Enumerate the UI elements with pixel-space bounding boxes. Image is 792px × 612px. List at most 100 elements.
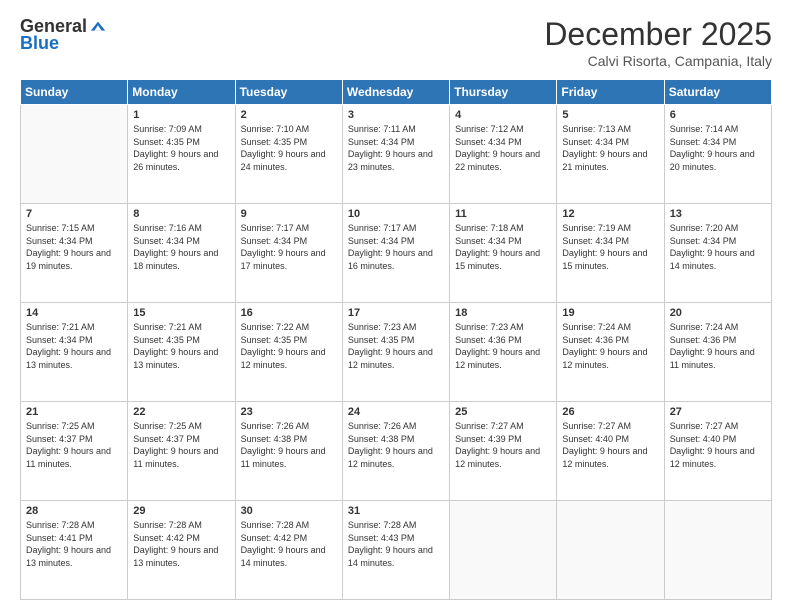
day-header-wednesday: Wednesday xyxy=(342,80,449,105)
cell-content: Sunrise: 7:21 AMSunset: 4:35 PMDaylight:… xyxy=(133,321,229,371)
cell-content: Sunrise: 7:09 AMSunset: 4:35 PMDaylight:… xyxy=(133,123,229,173)
day-number: 11 xyxy=(455,208,551,220)
calendar-cell: 5 Sunrise: 7:13 AMSunset: 4:34 PMDaylight… xyxy=(557,105,664,204)
cell-content: Sunrise: 7:10 AMSunset: 4:35 PMDaylight:… xyxy=(241,123,337,173)
calendar-cell: 2 Sunrise: 7:10 AMSunset: 4:35 PMDaylight… xyxy=(235,105,342,204)
cell-content: Sunrise: 7:17 AMSunset: 4:34 PMDaylight:… xyxy=(241,222,337,272)
cell-content: Sunrise: 7:22 AMSunset: 4:35 PMDaylight:… xyxy=(241,321,337,371)
cell-content: Sunrise: 7:28 AMSunset: 4:42 PMDaylight:… xyxy=(241,519,337,569)
cell-content: Sunrise: 7:21 AMSunset: 4:34 PMDaylight:… xyxy=(26,321,122,371)
calendar-cell: 23 Sunrise: 7:26 AMSunset: 4:38 PMDayligh… xyxy=(235,402,342,501)
day-number: 21 xyxy=(26,406,122,418)
header: General Blue December 2025 Calvi Risorta… xyxy=(20,16,772,69)
day-number: 3 xyxy=(348,109,444,121)
calendar-cell: 4Sunrise: 7:12 AMSunset: 4:34 PMDaylight… xyxy=(450,105,557,204)
cell-content: Sunrise: 7:17 AMSunset: 4:34 PMDaylight:… xyxy=(348,222,444,272)
cell-content: Sunrise: 7:23 AMSunset: 4:35 PMDaylight:… xyxy=(348,321,444,371)
calendar-cell xyxy=(557,501,664,600)
day-number: 26 xyxy=(562,406,658,418)
day-number: 16 xyxy=(241,307,337,319)
calendar-cell: 20 Sunrise: 7:24 AMSunset: 4:36 PMDayligh… xyxy=(664,303,771,402)
day-header-sunday: Sunday xyxy=(21,80,128,105)
day-number: 7 xyxy=(26,208,122,220)
month-title: December 2025 xyxy=(544,16,772,53)
calendar-cell: 24 Sunrise: 7:26 AMSunset: 4:38 PMDayligh… xyxy=(342,402,449,501)
cell-content: Sunrise: 7:25 AMSunset: 4:37 PMDaylight:… xyxy=(133,420,229,470)
location: Calvi Risorta, Campania, Italy xyxy=(544,53,772,69)
cell-content: Sunrise: 7:14 AMSunset: 4:34 PMDaylight:… xyxy=(670,123,766,173)
day-number: 23 xyxy=(241,406,337,418)
cell-content: Sunrise: 7:18 AMSunset: 4:34 PMDaylight:… xyxy=(455,222,551,272)
day-number: 5 xyxy=(562,109,658,121)
calendar-header-row: SundayMondayTuesdayWednesdayThursdayFrid… xyxy=(21,80,772,105)
cell-content: Sunrise: 7:28 AMSunset: 4:42 PMDaylight:… xyxy=(133,519,229,569)
calendar-cell: 11 Sunrise: 7:18 AMSunset: 4:34 PMDayligh… xyxy=(450,204,557,303)
calendar-cell: 10 Sunrise: 7:17 AMSunset: 4:34 PMDayligh… xyxy=(342,204,449,303)
calendar-cell: 1 Sunrise: 7:09 AMSunset: 4:35 PMDaylight… xyxy=(128,105,235,204)
cell-content: Sunrise: 7:15 AMSunset: 4:34 PMDaylight:… xyxy=(26,222,122,272)
cell-content: Sunrise: 7:19 AMSunset: 4:34 PMDaylight:… xyxy=(562,222,658,272)
cell-content: Sunrise: 7:27 AMSunset: 4:40 PMDaylight:… xyxy=(562,420,658,470)
calendar-cell: 27 Sunrise: 7:27 AMSunset: 4:40 PMDayligh… xyxy=(664,402,771,501)
day-header-tuesday: Tuesday xyxy=(235,80,342,105)
week-row-2: 14Sunrise: 7:21 AMSunset: 4:34 PMDayligh… xyxy=(21,303,772,402)
calendar-cell: 6 Sunrise: 7:14 AMSunset: 4:34 PMDaylight… xyxy=(664,105,771,204)
day-number: 28 xyxy=(26,505,122,517)
day-number: 30 xyxy=(241,505,337,517)
calendar-cell xyxy=(450,501,557,600)
day-number: 6 xyxy=(670,109,766,121)
cell-content: Sunrise: 7:16 AMSunset: 4:34 PMDaylight:… xyxy=(133,222,229,272)
calendar-cell: 18 Sunrise: 7:23 AMSunset: 4:36 PMDayligh… xyxy=(450,303,557,402)
day-number: 31 xyxy=(348,505,444,517)
calendar-cell: 19Sunrise: 7:24 AMSunset: 4:36 PMDayligh… xyxy=(557,303,664,402)
day-number: 12 xyxy=(562,208,658,220)
cell-content: Sunrise: 7:28 AMSunset: 4:41 PMDaylight:… xyxy=(26,519,122,569)
cell-content: Sunrise: 7:12 AMSunset: 4:34 PMDaylight:… xyxy=(455,123,551,173)
day-number: 1 xyxy=(133,109,229,121)
cell-content: Sunrise: 7:28 AMSunset: 4:43 PMDaylight:… xyxy=(348,519,444,569)
logo: General Blue xyxy=(20,16,107,54)
calendar-cell: 16 Sunrise: 7:22 AMSunset: 4:35 PMDayligh… xyxy=(235,303,342,402)
calendar-cell: 25Sunrise: 7:27 AMSunset: 4:39 PMDayligh… xyxy=(450,402,557,501)
cell-content: Sunrise: 7:27 AMSunset: 4:40 PMDaylight:… xyxy=(670,420,766,470)
cell-content: Sunrise: 7:11 AMSunset: 4:34 PMDaylight:… xyxy=(348,123,444,173)
calendar-cell: 31 Sunrise: 7:28 AMSunset: 4:43 PMDayligh… xyxy=(342,501,449,600)
cell-content: Sunrise: 7:24 AMSunset: 4:36 PMDaylight:… xyxy=(670,321,766,371)
cell-content: Sunrise: 7:13 AMSunset: 4:34 PMDaylight:… xyxy=(562,123,658,173)
day-number: 27 xyxy=(670,406,766,418)
day-header-monday: Monday xyxy=(128,80,235,105)
day-header-saturday: Saturday xyxy=(664,80,771,105)
cell-content: Sunrise: 7:26 AMSunset: 4:38 PMDaylight:… xyxy=(241,420,337,470)
calendar-cell: 14Sunrise: 7:21 AMSunset: 4:34 PMDayligh… xyxy=(21,303,128,402)
day-header-friday: Friday xyxy=(557,80,664,105)
calendar-cell: 12 Sunrise: 7:19 AMSunset: 4:34 PMDayligh… xyxy=(557,204,664,303)
day-number: 17 xyxy=(348,307,444,319)
title-block: December 2025 Calvi Risorta, Campania, I… xyxy=(544,16,772,69)
day-number: 20 xyxy=(670,307,766,319)
calendar-cell: 28 Sunrise: 7:28 AMSunset: 4:41 PMDayligh… xyxy=(21,501,128,600)
day-number: 2 xyxy=(241,109,337,121)
week-row-1: 7 Sunrise: 7:15 AMSunset: 4:34 PMDaylight… xyxy=(21,204,772,303)
cell-content: Sunrise: 7:25 AMSunset: 4:37 PMDaylight:… xyxy=(26,420,122,470)
calendar-cell: 21 Sunrise: 7:25 AMSunset: 4:37 PMDayligh… xyxy=(21,402,128,501)
logo-blue: Blue xyxy=(20,33,59,54)
week-row-3: 21 Sunrise: 7:25 AMSunset: 4:37 PMDayligh… xyxy=(21,402,772,501)
day-number: 24 xyxy=(348,406,444,418)
calendar-cell: 3 Sunrise: 7:11 AMSunset: 4:34 PMDaylight… xyxy=(342,105,449,204)
day-number: 18 xyxy=(455,307,551,319)
day-number: 29 xyxy=(133,505,229,517)
day-number: 15 xyxy=(133,307,229,319)
calendar-cell: 9Sunrise: 7:17 AMSunset: 4:34 PMDaylight… xyxy=(235,204,342,303)
logo-icon xyxy=(89,18,107,36)
week-row-0: 1 Sunrise: 7:09 AMSunset: 4:35 PMDaylight… xyxy=(21,105,772,204)
calendar-cell: 8 Sunrise: 7:16 AMSunset: 4:34 PMDaylight… xyxy=(128,204,235,303)
calendar-cell: 7 Sunrise: 7:15 AMSunset: 4:34 PMDaylight… xyxy=(21,204,128,303)
calendar-cell: 29 Sunrise: 7:28 AMSunset: 4:42 PMDayligh… xyxy=(128,501,235,600)
day-number: 8 xyxy=(133,208,229,220)
cell-content: Sunrise: 7:23 AMSunset: 4:36 PMDaylight:… xyxy=(455,321,551,371)
cell-content: Sunrise: 7:26 AMSunset: 4:38 PMDaylight:… xyxy=(348,420,444,470)
day-header-thursday: Thursday xyxy=(450,80,557,105)
day-number: 10 xyxy=(348,208,444,220)
calendar-cell: 30 Sunrise: 7:28 AMSunset: 4:42 PMDayligh… xyxy=(235,501,342,600)
day-number: 25 xyxy=(455,406,551,418)
